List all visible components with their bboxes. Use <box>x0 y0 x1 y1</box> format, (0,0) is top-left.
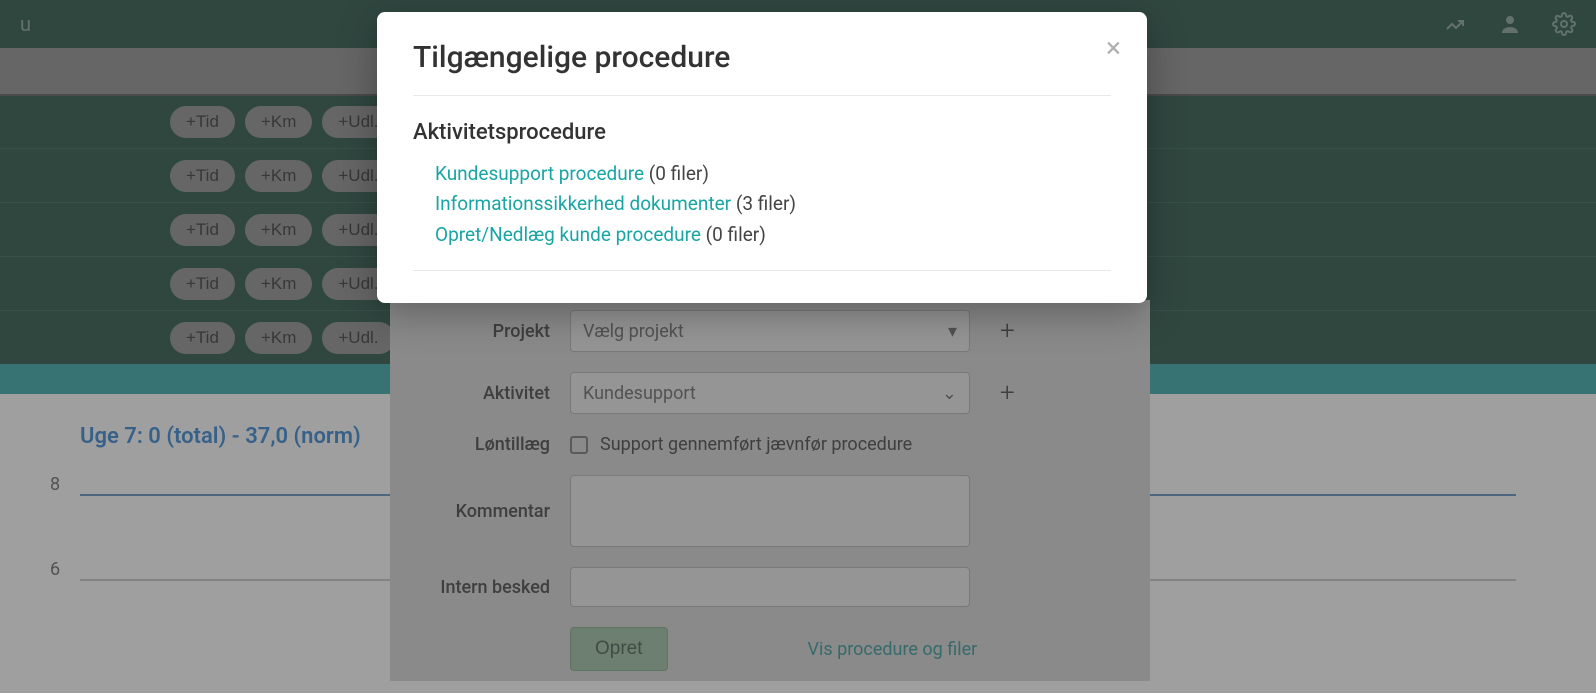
procedure-file-count: (3 filer) <box>736 192 796 215</box>
procedure-link[interactable]: Informationssikkerhed dokumenter <box>435 192 731 215</box>
procedure-item: Kundesupport procedure (0 filer) <box>435 159 1111 189</box>
procedure-list: Kundesupport procedure (0 filer) Informa… <box>413 159 1111 271</box>
modal-title: Tilgængelige procedure <box>413 40 1111 96</box>
modal-section-heading: Aktivitetsprocedure <box>413 120 1111 145</box>
procedure-item: Opret/Nedlæg kunde procedure (0 filer) <box>435 220 1111 250</box>
procedure-item: Informationssikkerhed dokumenter (3 file… <box>435 189 1111 219</box>
procedure-modal: × Tilgængelige procedure Aktivitetsproce… <box>377 12 1147 303</box>
procedure-link[interactable]: Kundesupport procedure <box>435 162 644 185</box>
procedure-link[interactable]: Opret/Nedlæg kunde procedure <box>435 223 701 246</box>
procedure-file-count: (0 filer) <box>649 162 709 185</box>
procedure-file-count: (0 filer) <box>706 223 766 246</box>
close-icon[interactable]: × <box>1106 34 1121 62</box>
